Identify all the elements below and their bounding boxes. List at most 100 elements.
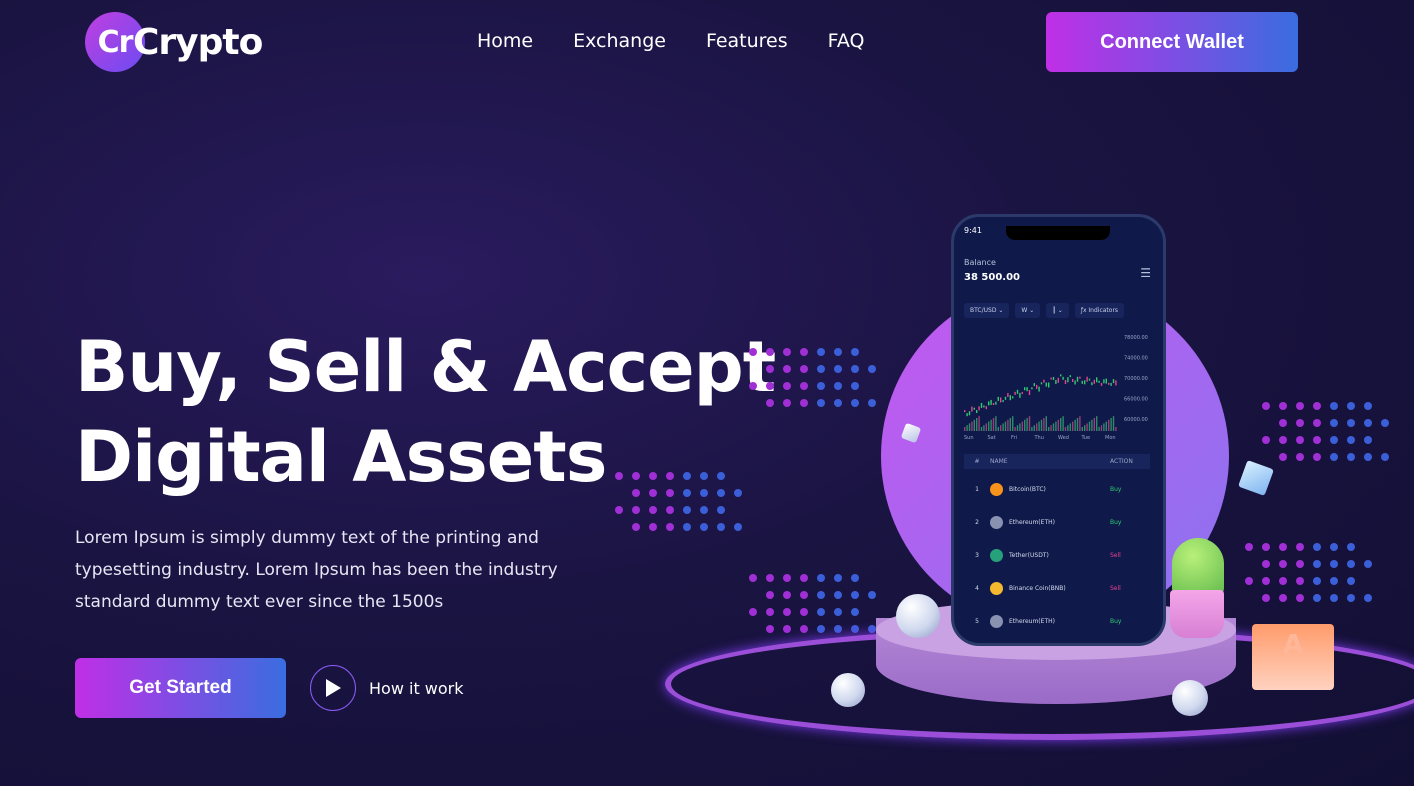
price-chart: 78000.00 74000.00 70000.00 66000.00 60000.00… <box>964 335 1148 441</box>
coin-row: 3 Tether(USDT) Sell <box>964 549 1150 562</box>
volume-bar <box>990 419 992 431</box>
coin-name: Ethereum(ETH) <box>990 615 1110 628</box>
candle <box>1028 390 1031 396</box>
y-tick-label: 70000.00 <box>1124 376 1148 382</box>
volume-bar <box>1086 423 1088 431</box>
volume-bar <box>1052 423 1055 431</box>
candle <box>968 411 971 416</box>
phone-notch <box>1006 226 1110 240</box>
volume-bar <box>1028 416 1031 431</box>
volume-bar <box>1072 421 1074 431</box>
candle <box>997 396 999 401</box>
coin-name: Binance Coin(BNB) <box>990 582 1110 595</box>
coin-row: 4 Binance Coin(BNB) Sell <box>964 582 1150 595</box>
get-started-button[interactable]: Get Started <box>75 658 286 718</box>
coin-row: 1 Bitcoin(BTC) Buy <box>964 483 1150 496</box>
phone-mockup: 9:41 Balance 38 500.00 ☰ BTC/USD ⌄ W ⌄ ┃… <box>951 214 1166 646</box>
decor-sphere-3 <box>1172 680 1208 716</box>
candle <box>1088 378 1091 381</box>
volume-bar <box>1014 427 1016 431</box>
candle-type-select: ┃ ⌄ <box>1046 303 1069 318</box>
x-tick-label: Sun <box>964 435 974 441</box>
volume-bar <box>1009 418 1011 431</box>
candle <box>988 401 990 406</box>
volume-bar <box>1045 416 1047 431</box>
volume-bar <box>997 427 999 431</box>
volume-bar <box>1019 423 1021 431</box>
indicators-button: ƒx Indicators <box>1074 303 1125 318</box>
coin-rank: 3 <box>975 552 979 559</box>
candle <box>1009 395 1011 401</box>
volume-bar <box>1026 418 1028 431</box>
y-tick-label: 60000.00 <box>1124 417 1148 423</box>
candle <box>1060 374 1062 377</box>
candle <box>1002 400 1004 403</box>
candle <box>985 406 987 410</box>
nav-faq[interactable]: FAQ <box>828 30 865 52</box>
decor-dots-1 <box>749 348 876 407</box>
candle <box>978 406 980 411</box>
volume-bar <box>971 421 973 431</box>
candle <box>1074 380 1076 385</box>
coin-rank: 4 <box>975 585 979 592</box>
play-icon[interactable] <box>310 665 356 711</box>
volume-bar <box>1115 427 1117 431</box>
x-tick-label: Tue <box>1081 435 1091 441</box>
nav-exchange[interactable]: Exchange <box>573 30 666 52</box>
candle <box>1016 389 1019 394</box>
connect-wallet-button[interactable]: Connect Wallet <box>1046 12 1298 72</box>
candle <box>1007 392 1009 397</box>
candle <box>1052 376 1055 380</box>
candle <box>964 410 966 413</box>
coin-icon <box>990 615 1003 628</box>
volume-bar <box>1038 421 1040 431</box>
volume-bar <box>1002 423 1004 431</box>
volume-bar <box>985 423 987 431</box>
volume-bar <box>1062 416 1064 431</box>
candle <box>1115 380 1117 386</box>
phone-balance-label: Balance <box>964 258 996 267</box>
hero-title-line-1: Buy, Sell & Accept <box>75 326 776 408</box>
coin-action: Buy <box>1110 486 1122 493</box>
volume-bar <box>1088 421 1091 431</box>
logo-text: Crypto <box>133 21 263 63</box>
coin-row: 2 Ethereum(ETH) Buy <box>964 516 1150 529</box>
candle <box>990 399 992 405</box>
coin-action: Buy <box>1110 519 1122 526</box>
candle <box>1096 377 1098 383</box>
candle <box>1084 380 1086 385</box>
candle <box>1062 376 1064 380</box>
volume-bar <box>980 427 983 431</box>
candle <box>1076 376 1079 382</box>
nav-home[interactable]: Home <box>477 30 533 52</box>
volume-bar <box>1048 427 1050 431</box>
volume-bar <box>1064 427 1067 431</box>
candle <box>971 406 973 412</box>
volume-bar <box>973 419 975 431</box>
coin-rank: 5 <box>975 618 979 625</box>
nav-features[interactable]: Features <box>706 30 788 52</box>
candle <box>1019 392 1021 398</box>
menu-icon: ☰ <box>1140 266 1151 280</box>
candle <box>983 405 985 408</box>
candle <box>1103 379 1105 384</box>
logo[interactable]: Cr Crypto <box>85 12 263 72</box>
candle <box>1014 391 1016 395</box>
volume-bar <box>1060 418 1062 431</box>
coin-icon <box>990 483 1003 496</box>
y-tick-label: 78000.00 <box>1124 335 1148 341</box>
candle <box>1048 382 1050 388</box>
coin-table-header: # NAME ACTION <box>964 454 1150 469</box>
volume-bar <box>1112 416 1115 431</box>
candle <box>1045 382 1047 387</box>
how-it-work-link[interactable]: How it work <box>310 665 464 711</box>
volume-bar <box>1108 419 1110 431</box>
candle <box>1031 387 1033 390</box>
candle <box>1043 379 1045 383</box>
volume-bar <box>1050 425 1052 431</box>
volume-bar <box>1040 419 1043 431</box>
volume-bar <box>1103 423 1105 431</box>
volume-bar <box>1016 425 1019 431</box>
volume-bar <box>1000 425 1002 431</box>
volume-bar <box>1021 421 1023 431</box>
